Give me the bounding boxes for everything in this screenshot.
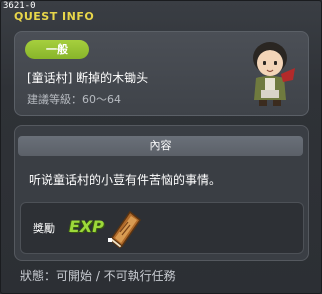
recommended-level: 建議等級：60～64 bbox=[27, 93, 121, 106]
category-badge: 一般 bbox=[25, 40, 89, 59]
quest-name: [童话村] 断掉的木锄头 bbox=[27, 71, 149, 85]
quest-summary-card: 一般 [童话村] 断掉的木锄头 建議等級：60～64 bbox=[14, 31, 309, 116]
quest-status: 狀態：可開始 / 不可執行任務 bbox=[20, 269, 176, 283]
quest-description: 听说童话村的小荳有件苦恼的事情。 bbox=[29, 173, 222, 187]
exp-icon: EXP bbox=[69, 217, 104, 236]
title-bar[interactable]: QUEST INFO bbox=[1, 10, 321, 26]
window-title: QUEST INFO bbox=[14, 10, 95, 23]
quest-info-window: 3621-0 QUEST INFO 一般 [童话村] 断掉的木锄头 建議等級：6… bbox=[0, 0, 322, 294]
content-panel: 內容 听说童话村的小荳有件苦恼的事情。 獎勵 EXP bbox=[14, 125, 309, 261]
npc-portrait-icon bbox=[253, 42, 295, 106]
reward-label: 獎勵 bbox=[33, 222, 55, 235]
content-header: 內容 bbox=[18, 136, 303, 156]
reward-box: 獎勵 EXP bbox=[20, 202, 304, 254]
book-icon[interactable] bbox=[106, 208, 142, 248]
